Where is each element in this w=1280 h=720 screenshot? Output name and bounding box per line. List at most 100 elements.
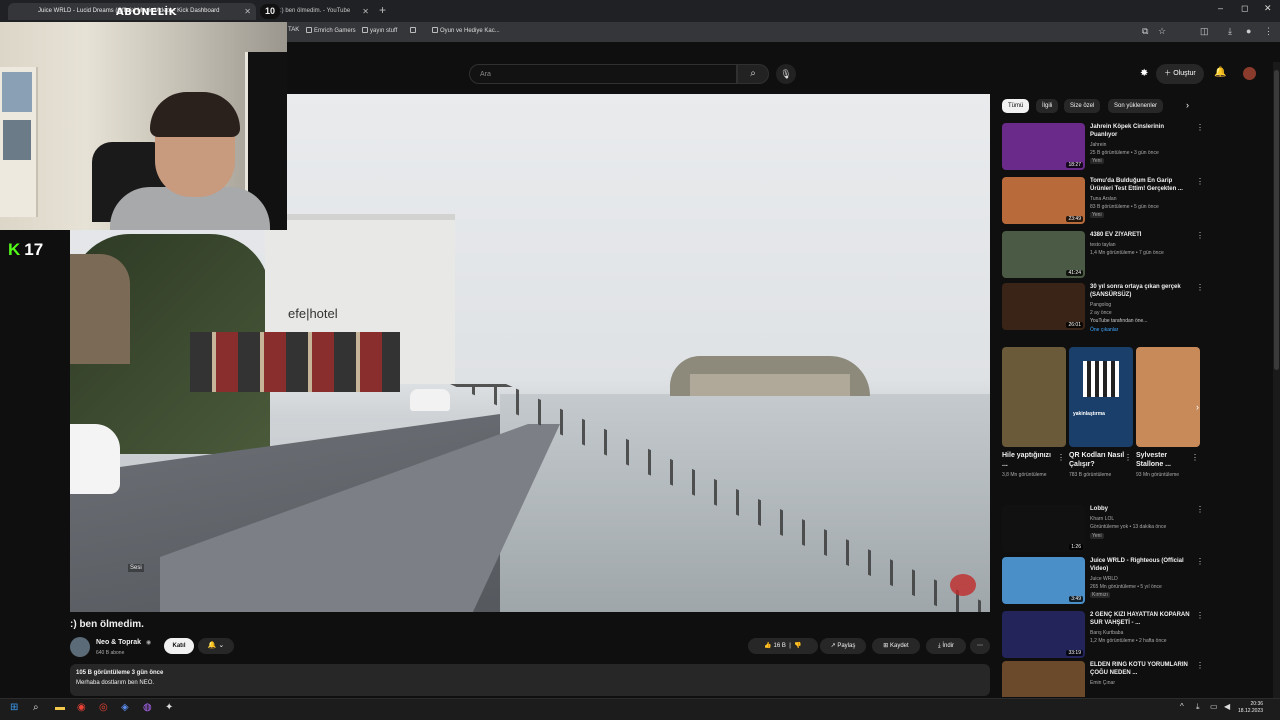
video-thumbnail[interactable]	[1002, 661, 1085, 697]
more-icon[interactable]: ⋮	[1196, 231, 1204, 240]
like-dislike-button[interactable]: 👍 16 B | 👎	[748, 638, 818, 654]
recommended-video[interactable]: 26:01 30 yıl sonra ortaya çıkan gerçek (…	[1002, 283, 1204, 343]
search-icon[interactable]: ⌕	[33, 702, 39, 713]
subscribe-bell-button[interactable]: 🔔 ⌄	[198, 638, 234, 654]
chevron-right-icon[interactable]: ›	[1196, 402, 1199, 412]
windows-start-icon[interactable]: ⊞	[10, 702, 18, 713]
close-window-button[interactable]: ✕	[1264, 3, 1272, 14]
rec-title[interactable]: Lobby	[1090, 505, 1190, 513]
tray-chevron-icon[interactable]: ^	[1180, 702, 1184, 711]
volume-icon[interactable]: ◀	[1224, 702, 1230, 711]
chip-for-you[interactable]: Size özel	[1064, 99, 1101, 113]
channel-name[interactable]: Neo & Toprak	[96, 639, 141, 646]
rec-title[interactable]: Juice WRLD - Righteous (Official Video)	[1090, 557, 1190, 573]
short-thumbnail[interactable]	[1136, 347, 1200, 447]
app-icon[interactable]: ✦	[165, 702, 173, 713]
channel-watermark-icon[interactable]	[950, 574, 976, 596]
chip-all[interactable]: Tümü	[1002, 99, 1030, 113]
video-thumbnail[interactable]: 3:49	[1002, 557, 1085, 604]
dislike-icon[interactable]: 👎	[794, 643, 801, 649]
more-icon[interactable]: ⋮	[1196, 611, 1204, 620]
rec-channel[interactable]: Tuna Arslan	[1090, 196, 1117, 202]
cast-icon[interactable]: ⧉	[1142, 26, 1148, 37]
rec-channel[interactable]: Barış Kurtbaba	[1090, 630, 1123, 636]
more-icon[interactable]: ⋮	[1196, 123, 1204, 132]
video-thumbnail[interactable]: 26:01	[1002, 283, 1085, 330]
search-icon[interactable]: ⌕	[737, 64, 769, 84]
chip-related[interactable]: İlgili	[1036, 99, 1059, 113]
short-title[interactable]: Sylvester Stallone ...	[1136, 451, 1192, 469]
recommended-video[interactable]: 23:49 Tomu'da Bulduğum En Garip Ürünleri…	[1002, 177, 1204, 227]
app-icon[interactable]: ◎	[99, 702, 108, 713]
rec-channel[interactable]: Emin Çınar	[1090, 680, 1115, 686]
more-icon[interactable]: ⋮	[1057, 453, 1065, 462]
bookmark-item[interactable]: Emrich Gamers	[306, 27, 356, 34]
more-actions-button[interactable]: ⋯	[970, 638, 990, 654]
maximize-button[interactable]: ◻	[1241, 3, 1248, 14]
settings-icon[interactable]: ✸	[1140, 68, 1148, 79]
rec-title[interactable]: Jahrein Köpek Cinslerinin Puanlıyor	[1090, 123, 1190, 139]
more-icon[interactable]: ⋮	[1196, 283, 1204, 292]
app-icon[interactable]: ◈	[121, 702, 129, 713]
more-icon[interactable]: ⋮	[1196, 177, 1204, 186]
scrollbar-thumb[interactable]	[1274, 70, 1279, 370]
short-title[interactable]: Hile yaptığınızı ...	[1002, 451, 1058, 469]
taskbar-clock[interactable]: 20:36 18.12.2023	[1238, 701, 1263, 715]
save-button[interactable]: ⊞ Kaydet	[872, 638, 920, 654]
short-thumbnail[interactable]: yakinlaştırma	[1069, 347, 1133, 447]
video-thumbnail[interactable]: 23:49	[1002, 177, 1085, 224]
recommended-video[interactable]: 1:26 Lobby Kharn LOL Görüntüleme yok • 1…	[1002, 505, 1204, 555]
recommended-video[interactable]: 41:24 4380 EV ZİYARETİ testo taylan 1,4 …	[1002, 231, 1204, 281]
network-icon[interactable]: ▭	[1210, 702, 1218, 711]
video-thumbnail[interactable]: 33:19	[1002, 611, 1085, 658]
rec-channel[interactable]: Kharn LOL	[1090, 516, 1114, 522]
download-icon[interactable]: ⤓	[1228, 26, 1232, 37]
rec-title[interactable]: ELDEN RING KÖTÜ YORUMLARIN ÇOĞU NEDEN ..…	[1090, 661, 1190, 677]
extensions-icon[interactable]: ◫	[1200, 26, 1209, 37]
recommended-video[interactable]: ELDEN RING KÖTÜ YORUMLARIN ÇOĞU NEDEN ..…	[1002, 661, 1202, 697]
bookmark-item[interactable]: Oyun ve Hediye Kac...	[432, 27, 500, 34]
rec-title[interactable]: 4380 EV ZİYARETİ	[1090, 231, 1190, 239]
chevron-right-icon[interactable]: ›	[1186, 100, 1189, 110]
chrome-icon[interactable]: ◉	[77, 702, 86, 713]
close-icon[interactable]: ✕	[362, 7, 369, 16]
star-icon[interactable]: ☆	[1158, 26, 1166, 37]
file-explorer-icon[interactable]: ▬	[55, 702, 65, 713]
microphone-icon[interactable]: 🎙	[776, 64, 796, 84]
recommended-video[interactable]: 3:49 Juice WRLD - Righteous (Official Vi…	[1002, 557, 1204, 607]
description-box[interactable]	[70, 664, 990, 696]
channel-avatar[interactable]	[70, 637, 90, 657]
avatar[interactable]	[1243, 67, 1256, 80]
recommended-video[interactable]: 18:27 Jahrein Köpek Cinslerinin Puanlıyo…	[1002, 123, 1204, 173]
like-icon[interactable]: 👍	[764, 643, 771, 649]
rec-channel[interactable]: Pangolog	[1090, 302, 1111, 308]
rec-channel[interactable]: Juice WRLD	[1090, 576, 1118, 582]
more-icon[interactable]: ⋮	[1196, 661, 1202, 670]
rec-title[interactable]: 30 yıl sonra ortaya çıkan gerçek (SANSÜR…	[1090, 283, 1190, 299]
notifications-bell-icon[interactable]: 🔔	[1214, 67, 1226, 78]
rec-title[interactable]: 2 GENÇ KIZI HAYATTAN KOPARAN SUR VAHŞETİ…	[1090, 611, 1190, 627]
video-thumbnail[interactable]: 1:26	[1002, 505, 1085, 552]
download-button[interactable]: ⤓ İndir	[926, 638, 966, 654]
chip-recent[interactable]: Son yüklenenler	[1108, 99, 1164, 113]
profile-icon[interactable]: ●	[1246, 26, 1251, 36]
bookmark-folder[interactable]: yayın stuff	[362, 27, 397, 34]
search-input[interactable]: Ara	[469, 64, 737, 84]
video-thumbnail[interactable]: 41:24	[1002, 231, 1085, 278]
discord-icon[interactable]: ◍	[143, 702, 152, 713]
menu-icon[interactable]: ⋮	[1264, 26, 1273, 37]
video-thumbnail[interactable]: 18:27	[1002, 123, 1085, 170]
share-button[interactable]: ↗ Paylaş	[820, 638, 866, 654]
more-icon[interactable]: ⋮	[1191, 453, 1199, 462]
more-icon[interactable]: ⋮	[1196, 557, 1204, 566]
more-icon[interactable]: ⋮	[1124, 453, 1132, 462]
bookmark-folder[interactable]	[410, 27, 418, 34]
rec-channel[interactable]: testo taylan	[1090, 242, 1116, 248]
short-thumbnail[interactable]	[1002, 347, 1066, 447]
minimize-button[interactable]: –	[1218, 3, 1223, 13]
more-icon[interactable]: ⋮	[1196, 505, 1204, 514]
recommended-video[interactable]: 33:19 2 GENÇ KIZI HAYATTAN KOPARAN SUR V…	[1002, 611, 1204, 661]
rec-title[interactable]: Tomu'da Bulduğum En Garip Ürünleri Test …	[1090, 177, 1190, 193]
join-button[interactable]: Katıl	[164, 638, 194, 654]
create-button[interactable]: ＋ Oluştur	[1156, 64, 1204, 84]
